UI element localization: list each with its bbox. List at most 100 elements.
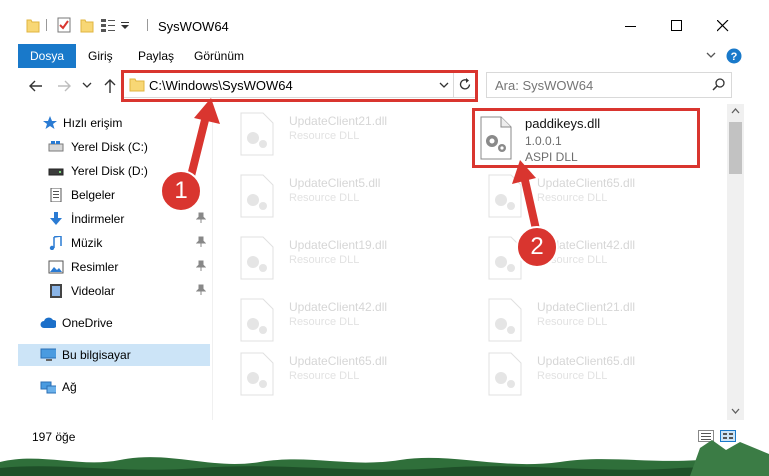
background-landscape-decoration <box>0 440 769 476</box>
file-item[interactable]: UpdateClient5.dll Resource DLL <box>231 170 451 228</box>
file-item[interactable]: UpdateClient65.dll Resource DLL <box>231 348 451 406</box>
tab-home[interactable]: Giriş <box>80 44 121 68</box>
film-icon <box>50 284 62 298</box>
file-description: Resource DLL <box>289 192 360 204</box>
file-description: Resource DLL <box>289 316 360 328</box>
minimize-icon <box>625 26 636 27</box>
up-arrow-icon[interactable] <box>100 76 120 96</box>
minimize-button[interactable] <box>608 12 654 40</box>
pin-icon[interactable] <box>196 212 206 224</box>
tab-share[interactable]: Paylaş <box>130 44 182 68</box>
sidebar-item-label: Belgeler <box>71 188 116 202</box>
properties-icon[interactable] <box>56 17 72 33</box>
pictures-icon <box>48 260 64 274</box>
file-item[interactable]: UpdateClient65.dll Resource DLL <box>479 348 699 406</box>
maximize-icon <box>671 20 682 31</box>
computer-icon <box>40 348 56 361</box>
recent-locations-chevron-icon[interactable] <box>82 80 102 100</box>
view-options-icon[interactable] <box>100 17 116 33</box>
annotation-badge-1: 1 <box>160 170 202 212</box>
network-icon <box>40 381 56 394</box>
file-name: UpdateClient19.dll <box>289 238 388 252</box>
pin-icon[interactable] <box>196 260 206 272</box>
file-description: Resource DLL <box>289 130 360 142</box>
scroll-up-icon[interactable] <box>731 108 740 114</box>
file-name: UpdateClient21.dll <box>289 114 388 128</box>
close-button[interactable] <box>700 12 746 40</box>
sidebar-item-label: Yerel Disk (D:) <box>71 164 148 178</box>
sidebar-item-label: Bu bilgisayar <box>62 348 131 362</box>
file-highlight-box <box>472 108 700 168</box>
dll-file-icon <box>240 112 274 156</box>
dll-file-icon <box>240 298 274 342</box>
scroll-thumb[interactable] <box>729 122 742 174</box>
file-name: UpdateClient5.dll <box>289 176 381 190</box>
svg-text:?: ? <box>731 51 738 63</box>
search-icon[interactable] <box>712 78 725 91</box>
expand-ribbon-icon[interactable] <box>706 52 716 60</box>
separator <box>147 19 148 31</box>
close-icon <box>717 20 729 32</box>
file-item[interactable]: UpdateClient21.dll Resource DLL <box>231 108 451 166</box>
dll-file-icon <box>240 236 274 280</box>
dll-file-icon <box>240 352 274 396</box>
folder-icon[interactable] <box>26 17 40 33</box>
file-name: UpdateClient65.dll <box>537 354 636 368</box>
drive-icon <box>48 168 64 176</box>
customize-toolbar-chevron-icon[interactable] <box>120 21 130 37</box>
file-name: UpdateClient65.dll <box>289 354 388 368</box>
file-name: UpdateClient21.dll <box>537 300 636 314</box>
file-item[interactable]: UpdateClient21.dll Resource DLL <box>479 294 699 352</box>
file-item[interactable]: UpdateClient19.dll Resource DLL <box>231 232 451 290</box>
sidebar-item-music[interactable]: Müzik <box>18 232 210 254</box>
file-description: Resource DLL <box>537 316 608 328</box>
search-box[interactable] <box>486 72 732 98</box>
sidebar-item-label: OneDrive <box>62 316 113 330</box>
maximize-button[interactable] <box>654 12 700 40</box>
file-description: Resource DLL <box>537 370 608 382</box>
star-icon <box>43 116 57 129</box>
new-folder-icon[interactable] <box>80 17 94 33</box>
sidebar-item-videos[interactable]: Videolar <box>18 280 210 302</box>
dll-file-icon <box>240 174 274 218</box>
file-item[interactable]: UpdateClient42.dll Resource DLL <box>479 232 699 290</box>
pin-icon[interactable] <box>196 236 206 248</box>
forward-arrow-icon[interactable] <box>54 76 74 96</box>
sidebar-item-label: Hızlı erişim <box>63 116 123 130</box>
sidebar-item-onedrive[interactable]: OneDrive <box>18 312 210 334</box>
title-bar: SysWOW64 <box>0 0 769 40</box>
scroll-down-icon[interactable] <box>731 408 740 414</box>
window-title: SysWOW64 <box>158 19 229 34</box>
sidebar-item-pictures[interactable]: Resimler <box>18 256 210 278</box>
file-name: UpdateClient42.dll <box>289 300 388 314</box>
back-arrow-icon[interactable] <box>26 76 46 96</box>
sidebar-item-this-pc[interactable]: Bu bilgisayar <box>18 344 210 366</box>
pin-icon[interactable] <box>196 284 206 296</box>
documents-icon <box>50 188 62 202</box>
sidebar-item-label: Ağ <box>62 380 77 394</box>
address-highlight-box <box>121 70 478 102</box>
tab-file[interactable]: Dosya <box>18 44 77 68</box>
vertical-scrollbar[interactable] <box>727 104 744 420</box>
sidebar-item-label: İndirmeler <box>71 212 125 226</box>
music-note-icon <box>49 236 62 250</box>
tab-view[interactable]: Görünüm <box>186 44 252 68</box>
sidebar-item-label: Müzik <box>71 236 103 250</box>
dll-file-icon <box>488 298 522 342</box>
sidebar-item-label: Yerel Disk (C:) <box>71 140 148 154</box>
sidebar-item-label: Videolar <box>71 284 115 298</box>
ribbon-tabs: Dosya Giriş Paylaş Görünüm ? <box>0 44 769 68</box>
search-input[interactable] <box>493 76 697 94</box>
sidebar-item-network[interactable]: Ağ <box>18 376 210 398</box>
cloud-icon <box>40 317 56 328</box>
help-icon[interactable]: ? <box>726 48 742 64</box>
separator <box>46 19 47 31</box>
sidebar-item-label: Resimler <box>71 260 119 274</box>
file-description: Resource DLL <box>289 370 360 382</box>
dll-file-icon <box>488 352 522 396</box>
file-item[interactable]: UpdateClient42.dll Resource DLL <box>231 294 451 352</box>
annotation-badge-2: 2 <box>516 226 558 268</box>
file-description: Resource DLL <box>289 254 360 266</box>
download-arrow-icon <box>50 212 62 225</box>
drive-icon <box>48 141 64 152</box>
